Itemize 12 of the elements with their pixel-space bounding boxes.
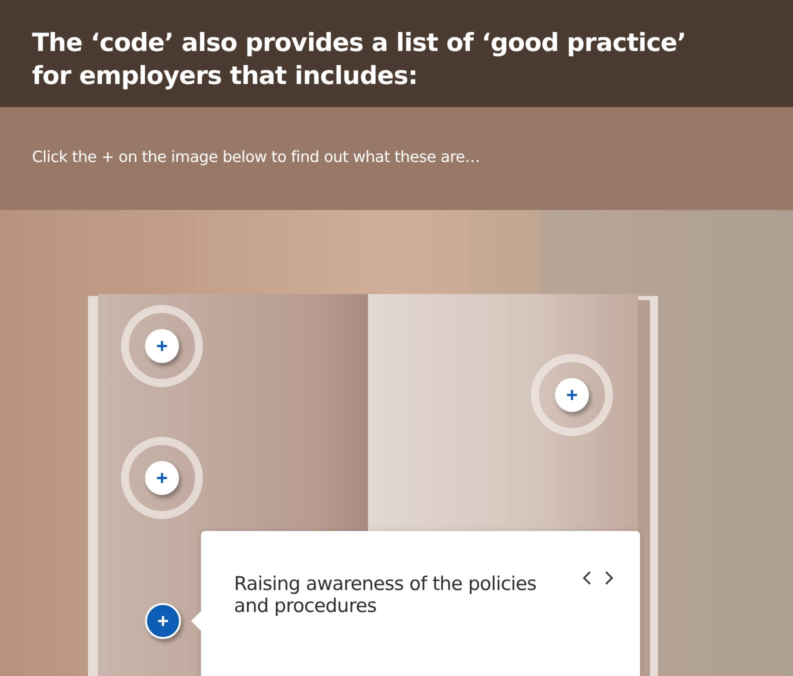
chevron-left-icon: [582, 571, 592, 585]
hotspot-button[interactable]: [121, 305, 203, 387]
plus-icon: [157, 473, 167, 483]
hotspot-button[interactable]: [121, 437, 203, 519]
hotspot-button[interactable]: [531, 354, 613, 436]
plus-icon: [157, 341, 167, 351]
page-title: The ‘code’ also provides a list of ‘good practice’ for employers that includes:: [32, 27, 688, 92]
plus-icon: [158, 616, 168, 626]
chevron-right-icon: [604, 571, 614, 585]
plus-icon: [567, 390, 577, 400]
instruction-text: Click the + on the image below to find out what these are…: [32, 148, 482, 166]
popup-title: Raising awareness of the policies and procedures: [234, 573, 538, 617]
